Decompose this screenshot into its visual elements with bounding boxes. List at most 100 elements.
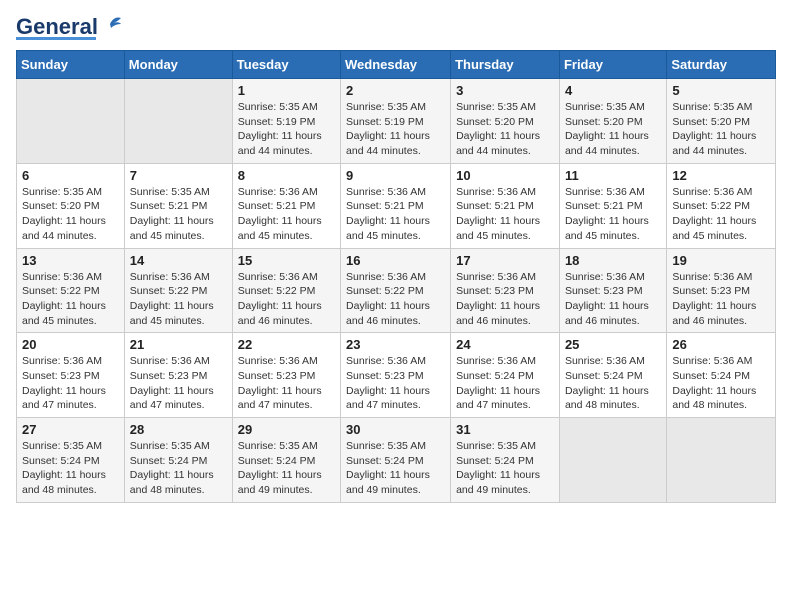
day-number: 29 [238,422,335,437]
calendar-cell: 18 Sunrise: 5:36 AM Sunset: 5:23 PM Dayli… [559,248,666,333]
calendar-cell: 3 Sunrise: 5:35 AM Sunset: 5:20 PM Daylig… [451,79,560,164]
day-info: Sunrise: 5:35 AM Sunset: 5:24 PM Dayligh… [238,439,335,498]
calendar-cell [559,418,666,503]
day-info: Sunrise: 5:35 AM Sunset: 5:19 PM Dayligh… [238,100,335,159]
day-number: 28 [130,422,227,437]
day-info: Sunrise: 5:35 AM Sunset: 5:20 PM Dayligh… [22,185,119,244]
calendar-cell: 16 Sunrise: 5:36 AM Sunset: 5:22 PM Dayli… [341,248,451,333]
day-number: 14 [130,253,227,268]
day-info: Sunrise: 5:36 AM Sunset: 5:22 PM Dayligh… [22,270,119,329]
day-number: 13 [22,253,119,268]
weekday-header-wednesday: Wednesday [341,51,451,79]
day-info: Sunrise: 5:36 AM Sunset: 5:23 PM Dayligh… [346,354,445,413]
day-number: 7 [130,168,227,183]
day-number: 31 [456,422,554,437]
calendar-week-1: 1 Sunrise: 5:35 AM Sunset: 5:19 PM Daylig… [17,79,776,164]
logo-underline [16,37,96,40]
calendar-cell: 30Sunrise: 5:35 AM Sunset: 5:24 PM Dayli… [341,418,451,503]
day-number: 21 [130,337,227,352]
logo-bird-icon [101,14,123,36]
day-info: Sunrise: 5:35 AM Sunset: 5:24 PM Dayligh… [22,439,119,498]
day-info: Sunrise: 5:35 AM Sunset: 5:24 PM Dayligh… [346,439,445,498]
day-number: 20 [22,337,119,352]
day-number: 8 [238,168,335,183]
day-info: Sunrise: 5:36 AM Sunset: 5:21 PM Dayligh… [238,185,335,244]
day-info: Sunrise: 5:36 AM Sunset: 5:22 PM Dayligh… [346,270,445,329]
calendar-cell: 26Sunrise: 5:36 AM Sunset: 5:24 PM Dayli… [667,333,776,418]
calendar-cell: 31 Sunrise: 5:35 AM Sunset: 5:24 PM Dayli… [451,418,560,503]
day-info: Sunrise: 5:36 AM Sunset: 5:24 PM Dayligh… [456,354,554,413]
day-info: Sunrise: 5:35 AM Sunset: 5:20 PM Dayligh… [565,100,661,159]
calendar-cell: 1 Sunrise: 5:35 AM Sunset: 5:19 PM Daylig… [232,79,340,164]
calendar-cell: 21 Sunrise: 5:36 AM Sunset: 5:23 PM Dayli… [124,333,232,418]
day-info: Sunrise: 5:36 AM Sunset: 5:23 PM Dayligh… [22,354,119,413]
calendar-cell [124,79,232,164]
calendar-cell: 28 Sunrise: 5:35 AM Sunset: 5:24 PM Dayli… [124,418,232,503]
day-number: 16 [346,253,445,268]
day-info: Sunrise: 5:35 AM Sunset: 5:20 PM Dayligh… [456,100,554,159]
logo-text: General [16,16,98,38]
calendar-cell: 10 Sunrise: 5:36 AM Sunset: 5:21 PM Dayli… [451,163,560,248]
calendar-cell: 14Sunrise: 5:36 AM Sunset: 5:22 PM Dayli… [124,248,232,333]
day-info: Sunrise: 5:36 AM Sunset: 5:21 PM Dayligh… [456,185,554,244]
weekday-header-friday: Friday [559,51,666,79]
weekday-header-sunday: Sunday [17,51,125,79]
calendar-cell: 2 Sunrise: 5:35 AM Sunset: 5:19 PM Daylig… [341,79,451,164]
calendar-cell: 5 Sunrise: 5:35 AM Sunset: 5:20 PM Daylig… [667,79,776,164]
calendar-cell: 22 Sunrise: 5:36 AM Sunset: 5:23 PM Dayli… [232,333,340,418]
day-info: Sunrise: 5:35 AM Sunset: 5:20 PM Dayligh… [672,100,770,159]
day-number: 22 [238,337,335,352]
day-number: 18 [565,253,661,268]
day-number: 19 [672,253,770,268]
calendar-week-5: 27 Sunrise: 5:35 AM Sunset: 5:24 PM Dayli… [17,418,776,503]
day-number: 9 [346,168,445,183]
calendar-cell: 19Sunrise: 5:36 AM Sunset: 5:23 PM Dayli… [667,248,776,333]
calendar-cell: 8 Sunrise: 5:36 AM Sunset: 5:21 PM Daylig… [232,163,340,248]
day-number: 27 [22,422,119,437]
day-number: 26 [672,337,770,352]
calendar-cell: 11Sunrise: 5:36 AM Sunset: 5:21 PM Dayli… [559,163,666,248]
day-number: 5 [672,83,770,98]
day-info: Sunrise: 5:36 AM Sunset: 5:23 PM Dayligh… [456,270,554,329]
calendar-table: SundayMondayTuesdayWednesdayThursdayFrid… [16,50,776,503]
day-info: Sunrise: 5:35 AM Sunset: 5:24 PM Dayligh… [456,439,554,498]
calendar-cell: 15Sunrise: 5:36 AM Sunset: 5:22 PM Dayli… [232,248,340,333]
day-number: 3 [456,83,554,98]
day-number: 1 [238,83,335,98]
calendar-cell: 7 Sunrise: 5:35 AM Sunset: 5:21 PM Daylig… [124,163,232,248]
day-number: 23 [346,337,445,352]
calendar-week-2: 6 Sunrise: 5:35 AM Sunset: 5:20 PM Daylig… [17,163,776,248]
logo: General [16,16,123,40]
calendar-cell: 27 Sunrise: 5:35 AM Sunset: 5:24 PM Dayli… [17,418,125,503]
day-info: Sunrise: 5:35 AM Sunset: 5:21 PM Dayligh… [130,185,227,244]
page-header: General [16,16,776,40]
day-number: 15 [238,253,335,268]
weekday-header-thursday: Thursday [451,51,560,79]
day-info: Sunrise: 5:35 AM Sunset: 5:19 PM Dayligh… [346,100,445,159]
calendar-cell: 23 Sunrise: 5:36 AM Sunset: 5:23 PM Dayli… [341,333,451,418]
calendar-cell [667,418,776,503]
calendar-cell: 12 Sunrise: 5:36 AM Sunset: 5:22 PM Dayli… [667,163,776,248]
calendar-cell: 24 Sunrise: 5:36 AM Sunset: 5:24 PM Dayli… [451,333,560,418]
day-number: 25 [565,337,661,352]
day-number: 6 [22,168,119,183]
day-number: 12 [672,168,770,183]
calendar-cell: 13 Sunrise: 5:36 AM Sunset: 5:22 PM Dayli… [17,248,125,333]
day-info: Sunrise: 5:36 AM Sunset: 5:23 PM Dayligh… [238,354,335,413]
weekday-header-monday: Monday [124,51,232,79]
calendar-cell: 25 Sunrise: 5:36 AM Sunset: 5:24 PM Dayli… [559,333,666,418]
day-info: Sunrise: 5:36 AM Sunset: 5:24 PM Dayligh… [565,354,661,413]
calendar-cell: 17Sunrise: 5:36 AM Sunset: 5:23 PM Dayli… [451,248,560,333]
day-info: Sunrise: 5:36 AM Sunset: 5:22 PM Dayligh… [672,185,770,244]
calendar-week-3: 13 Sunrise: 5:36 AM Sunset: 5:22 PM Dayli… [17,248,776,333]
calendar-cell: 4Sunrise: 5:35 AM Sunset: 5:20 PM Daylig… [559,79,666,164]
day-number: 10 [456,168,554,183]
day-number: 24 [456,337,554,352]
calendar-cell: 29 Sunrise: 5:35 AM Sunset: 5:24 PM Dayli… [232,418,340,503]
day-info: Sunrise: 5:36 AM Sunset: 5:23 PM Dayligh… [130,354,227,413]
day-info: Sunrise: 5:36 AM Sunset: 5:23 PM Dayligh… [565,270,661,329]
day-info: Sunrise: 5:35 AM Sunset: 5:24 PM Dayligh… [130,439,227,498]
day-number: 2 [346,83,445,98]
calendar-cell: 6 Sunrise: 5:35 AM Sunset: 5:20 PM Daylig… [17,163,125,248]
day-info: Sunrise: 5:36 AM Sunset: 5:21 PM Dayligh… [565,185,661,244]
